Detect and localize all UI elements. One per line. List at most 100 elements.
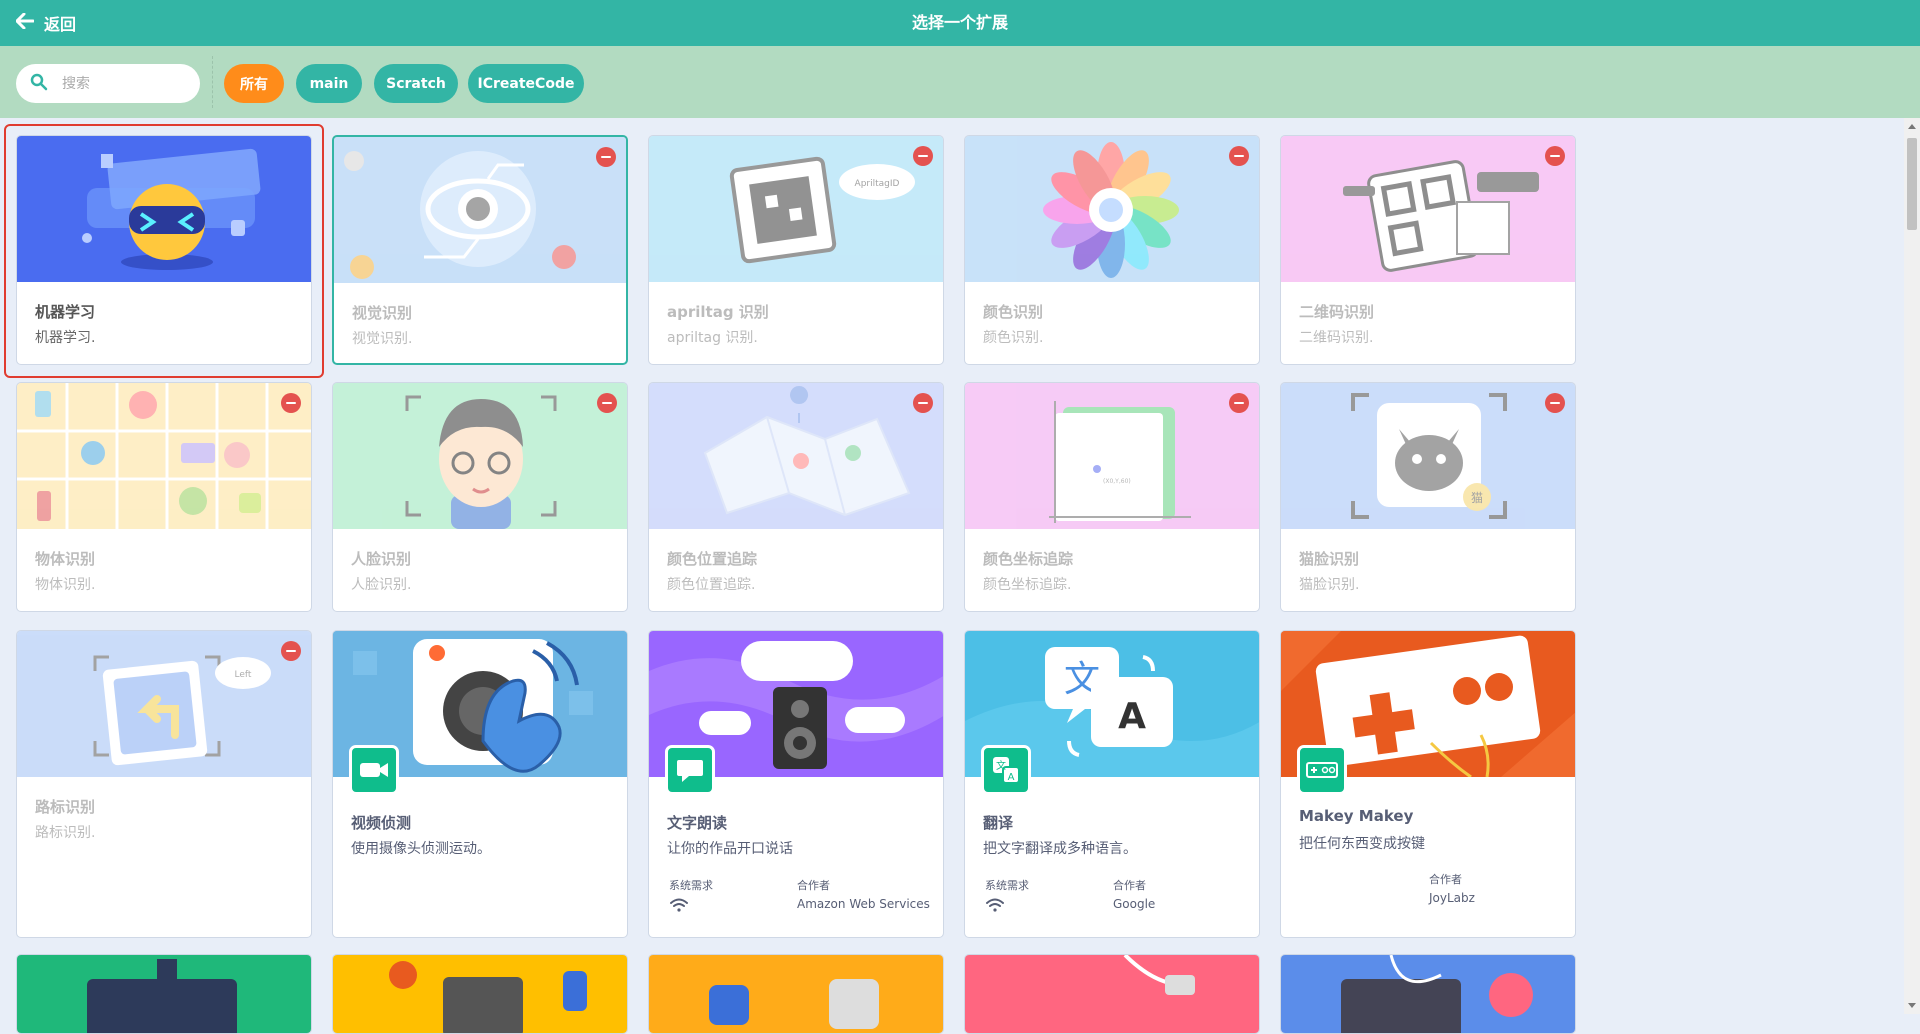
card-desc: 让你的作品开口说话	[667, 841, 793, 857]
extension-card-translate[interactable]: 文 A 文A 翻译 把文字翻译成多种语言。 系统需求 合作者 Google	[964, 630, 1260, 938]
remove-extension-button[interactable]	[1545, 393, 1565, 413]
remove-extension-button[interactable]	[281, 641, 301, 661]
extension-card-partial[interactable]	[964, 954, 1260, 1034]
card-title: 路标识别	[35, 798, 96, 816]
filter-chip-all[interactable]: 所有	[224, 64, 284, 103]
makey-makey-icon	[1297, 745, 1347, 795]
wifi-icon	[669, 897, 689, 916]
eye-banner	[334, 137, 626, 283]
card-title: 翻译	[983, 814, 1014, 832]
translate-glyph-en: A	[1118, 696, 1146, 737]
card-desc: 颜色识别.	[983, 330, 1044, 346]
remove-extension-button[interactable]	[596, 147, 616, 167]
card-desc: 视觉识别.	[352, 331, 413, 347]
requirement-label: 系统需求	[669, 879, 713, 892]
partner-name: JoyLabz	[1429, 891, 1475, 905]
circuit-board-banner	[17, 955, 311, 1033]
card-desc: 物体识别.	[35, 577, 96, 593]
header-bar: 返回 选择一个扩展	[0, 0, 1920, 46]
face-banner	[333, 383, 627, 529]
card-desc: 二维码识别.	[1299, 330, 1374, 346]
extension-card-qr-code[interactable]: 二维码识别 二维码识别.	[1280, 135, 1576, 365]
search-input[interactable]	[60, 74, 184, 93]
color-wheel-banner	[965, 136, 1259, 282]
back-arrow-icon	[15, 12, 35, 33]
card-title: 颜色识别	[983, 303, 1044, 321]
scroll-up-arrow-icon[interactable]	[1908, 124, 1916, 129]
card-title: 文字朗读	[667, 814, 728, 832]
remove-extension-button[interactable]	[1545, 146, 1565, 166]
partner-label: 合作者	[797, 879, 830, 892]
apriltag-bubble-text: ApriltagID	[855, 179, 900, 189]
extension-card-object[interactable]: 物体识别 物体识别.	[16, 382, 312, 612]
card-title: 视频侦测	[351, 814, 412, 832]
partner-label: 合作者	[1429, 873, 1462, 886]
qr-code-banner	[1281, 136, 1575, 282]
extension-card-color[interactable]: 颜色识别 颜色识别.	[964, 135, 1260, 365]
search-box[interactable]	[16, 64, 200, 103]
remove-extension-button[interactable]	[913, 146, 933, 166]
translate-icon: 文A	[981, 745, 1031, 795]
extension-card-video-sensing[interactable]: 视频侦测 使用摄像头侦测运动。	[332, 630, 628, 938]
page-title: 选择一个扩展	[911, 13, 1008, 32]
svg-text:A: A	[1008, 772, 1015, 783]
card-desc: apriltag 识别.	[667, 330, 758, 346]
filter-chip-scratch[interactable]: Scratch	[374, 64, 458, 103]
remove-extension-button[interactable]	[1229, 146, 1249, 166]
filter-chip-icreatecode[interactable]: ICreateCode	[468, 64, 584, 103]
extension-card-partial[interactable]	[332, 954, 628, 1034]
remove-extension-button[interactable]	[281, 393, 301, 413]
extension-card-partial[interactable]	[648, 954, 944, 1034]
scrollbar-thumb[interactable]	[1907, 138, 1917, 230]
remove-extension-button[interactable]	[597, 393, 617, 413]
card-title: 视觉识别	[352, 304, 413, 322]
extension-card-cat-face[interactable]: 猫 猫脸识别 猫脸识别.	[1280, 382, 1576, 612]
extension-card-face[interactable]: 人脸识别 人脸识别.	[332, 382, 628, 612]
robot-ml-banner	[17, 136, 311, 282]
filter-bar: 所有 main Scratch ICreateCode	[0, 46, 1920, 118]
remove-extension-button[interactable]	[1229, 393, 1249, 413]
remove-extension-button[interactable]	[913, 393, 933, 413]
card-desc: 机器学习.	[35, 330, 96, 346]
card-desc: 颜色位置追踪.	[667, 577, 756, 593]
card-title: 二维码识别	[1299, 303, 1375, 321]
card-title: 颜色坐标追踪	[983, 550, 1074, 568]
card-title: 颜色位置追踪	[667, 550, 758, 568]
card-desc: 猫脸识别.	[1299, 577, 1360, 593]
extension-card-makey-makey[interactable]: Makey Makey 把任何东西变成按键 合作者 JoyLabz	[1280, 630, 1576, 938]
text-to-speech-icon	[665, 745, 715, 795]
card-title: 物体识别	[35, 550, 96, 568]
extension-card-machine-learning[interactable]: 机器学习 机器学习.	[16, 135, 312, 365]
filter-chip-main[interactable]: main	[296, 64, 362, 103]
card-desc: 路标识别.	[35, 825, 96, 841]
card-title: 人脸识别	[351, 550, 412, 568]
extension-card-color-position[interactable]: 颜色位置追踪 颜色位置追踪.	[648, 382, 944, 612]
extension-card-text-to-speech[interactable]: 文字朗读 让你的作品开口说话 系统需求 合作者 Amazon Web Servi…	[648, 630, 944, 938]
video-sensing-icon	[349, 745, 399, 795]
extension-card-vision[interactable]: 视觉识别 视觉识别.	[332, 135, 628, 365]
card-title: 机器学习	[35, 303, 96, 321]
card-title: Makey Makey	[1299, 807, 1414, 825]
board-hand-banner	[1281, 955, 1575, 1033]
robot-device-banner	[333, 955, 627, 1033]
extension-card-apriltag[interactable]: ApriltagID apriltag 识别 apriltag 识别.	[648, 135, 944, 365]
robot-hand-banner	[649, 955, 943, 1033]
back-button[interactable]: 返回	[15, 0, 76, 46]
scrollbar[interactable]	[1904, 118, 1920, 1014]
road-sign-banner: Left	[17, 631, 311, 777]
coordinate-label: (X0,Y,60)	[1103, 478, 1131, 485]
scroll-down-arrow-icon[interactable]	[1908, 1003, 1916, 1008]
cat-badge-text: 猫	[1471, 491, 1483, 505]
search-icon	[16, 73, 48, 95]
extension-card-color-coordinate[interactable]: (X0,Y,60) 颜色坐标追踪 颜色坐标追踪.	[964, 382, 1260, 612]
apriltag-banner: ApriltagID	[649, 136, 943, 282]
connector-banner	[965, 955, 1259, 1033]
extension-card-partial[interactable]	[1280, 954, 1576, 1034]
extension-card-road-sign[interactable]: Left 路标识别 路标识别.	[16, 630, 312, 938]
extension-card-partial[interactable]	[16, 954, 312, 1034]
partner-name: Google	[1113, 897, 1156, 911]
card-title: apriltag 识别	[667, 303, 769, 321]
card-title: 猫脸识别	[1299, 550, 1360, 568]
partner-name: Amazon Web Services	[797, 897, 930, 911]
objects-banner	[17, 383, 311, 529]
